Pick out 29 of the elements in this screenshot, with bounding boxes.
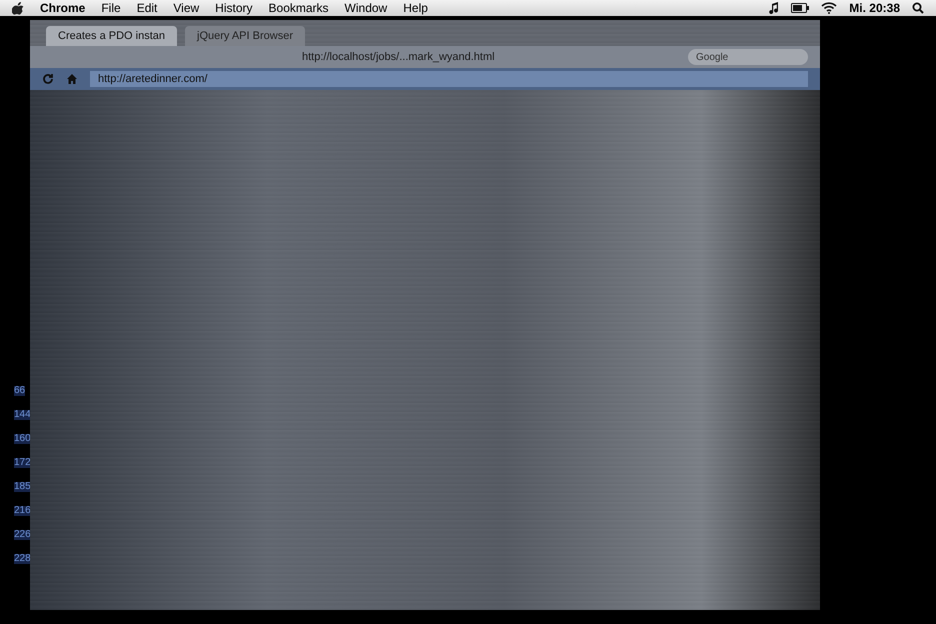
menu-item[interactable]: Bookmarks bbox=[268, 0, 329, 17]
search-field[interactable]: Google bbox=[688, 49, 808, 65]
line-number: 172 bbox=[14, 458, 31, 468]
line-number: 226 bbox=[14, 530, 31, 540]
battery-icon[interactable] bbox=[791, 3, 810, 13]
line-number: 160 bbox=[14, 434, 31, 444]
menu-item[interactable]: Help bbox=[403, 0, 428, 17]
menu-item[interactable]: File bbox=[101, 0, 121, 17]
music-note-icon[interactable] bbox=[769, 2, 780, 14]
line-number: 66 bbox=[14, 386, 26, 396]
address-text: http://localhost/jobs/...mark_wyand.html bbox=[302, 50, 495, 65]
apple-logo-icon[interactable] bbox=[12, 2, 24, 14]
line-number: 228 bbox=[14, 554, 31, 564]
menu-item[interactable]: History bbox=[215, 0, 253, 17]
line-number: 216 bbox=[14, 506, 31, 516]
wifi-icon[interactable] bbox=[821, 2, 838, 14]
menu-item[interactable]: Edit bbox=[136, 0, 158, 17]
menu-item[interactable]: Window bbox=[344, 0, 388, 17]
browser-tab[interactable]: jQuery API Browser bbox=[185, 26, 305, 46]
home-icon[interactable] bbox=[66, 73, 78, 85]
menu-bar-clock[interactable]: Mi. 20:38 bbox=[849, 0, 900, 17]
menu-item[interactable]: View bbox=[173, 0, 200, 17]
line-number: 185 bbox=[14, 482, 31, 492]
line-number: 144 bbox=[14, 410, 31, 420]
reload-icon[interactable] bbox=[42, 73, 54, 85]
menu-item[interactable]: Chrome bbox=[40, 0, 86, 17]
search-icon[interactable] bbox=[912, 2, 924, 14]
address-bar[interactable]: http://aretedinner.com/ bbox=[90, 71, 808, 87]
browser-tab[interactable]: Creates a PDO instan bbox=[46, 26, 177, 46]
